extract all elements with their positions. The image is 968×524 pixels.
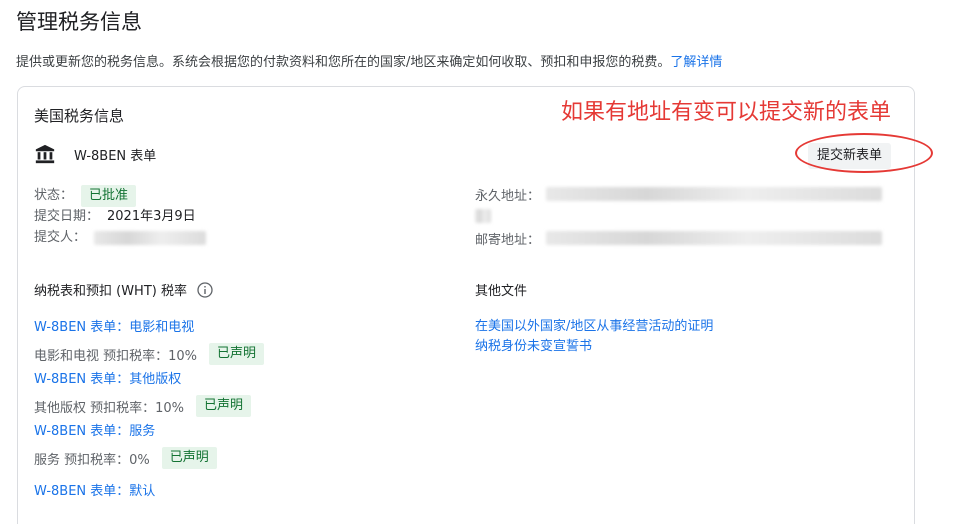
permanent-address-redacted-2 <box>475 209 491 223</box>
wht-rate-text: 其他版权 预扣税率：10% <box>34 400 185 416</box>
permanent-address-label: 永久地址： <box>475 188 541 204</box>
wht-rate-other-copyright: 其他版权 预扣税率：10% 已声明 <box>34 391 264 421</box>
wht-link-default[interactable]: W-8BEN 表单：默认 <box>34 481 264 503</box>
status-badge: 已批准 <box>81 184 137 207</box>
page-title: 管理税务信息 <box>16 10 142 34</box>
submit-date-value: 2021年3月9日 <box>107 208 196 224</box>
wht-rate-film-tv: 电影和电视 预扣税率：10% 已声明 <box>34 339 265 369</box>
page-description: 提供或更新您的税务信息。系统会根据您的付款资料和您所在的国家/地区来确定如何收取… <box>16 51 722 70</box>
wht-rate-text: 电影和电视 预扣税率：10% <box>34 348 198 364</box>
submitter-label: 提交人： <box>34 229 87 245</box>
mailing-address-redacted <box>546 231 883 245</box>
wht-heading-text: 纳税表和预扣 (WHT) 税率 <box>34 284 187 299</box>
submit-date-label: 提交日期： <box>34 208 100 224</box>
wht-rate-services: 服务 预扣税率：0% 已声明 <box>34 443 264 473</box>
status-label: 状态： <box>34 187 74 203</box>
card-title: 美国税务信息 <box>34 107 125 125</box>
learn-more-link[interactable]: 了解详情 <box>670 55 722 70</box>
annotation-text: 如果有地址有变可以提交新的表单 <box>561 100 892 125</box>
permanent-address-row-2 <box>475 205 882 227</box>
form-name: W-8BEN 表单 <box>74 148 157 164</box>
declared-badge: 已声明 <box>161 447 217 469</box>
bank-icon <box>35 144 55 164</box>
wht-link-other-copyright[interactable]: W-8BEN 表单：其他版权 <box>34 369 264 391</box>
submit-new-form-button[interactable]: 提交新表单 <box>808 143 892 169</box>
wht-section-heading: 纳税表和预扣 (WHT) 税率 <box>34 280 213 299</box>
submitter-redacted <box>94 230 207 245</box>
wht-rate-text: 服务 预扣税率：0% <box>34 452 150 468</box>
submitter-row: 提交人： <box>34 227 207 248</box>
wht-link-services[interactable]: W-8BEN 表单：服务 <box>34 421 264 443</box>
page-description-text: 提供或更新您的税务信息。系统会根据您的付款资料和您所在的国家/地区来确定如何收取… <box>16 55 671 70</box>
other-docs-heading: 其他文件 <box>475 280 527 299</box>
us-tax-info-card: 美国税务信息 如果有地址有变可以提交新的表单 W-8BEN 表单 提交新表单 状… <box>17 86 933 524</box>
wht-link-film-tv[interactable]: W-8BEN 表单：电影和电视 <box>34 317 264 339</box>
permanent-address-row: 永久地址： <box>475 183 883 205</box>
info-icon[interactable] <box>197 281 213 298</box>
mailing-address-row: 邮寄地址： <box>475 227 883 249</box>
declared-badge: 已声明 <box>209 343 265 365</box>
other-doc-link-tax-status-affidavit[interactable]: 纳税身份未变宣誓书 <box>475 337 713 357</box>
wht-list: W-8BEN 表单：电影和电视 电影和电视 预扣税率：10% 已声明 W-8BE… <box>34 317 265 503</box>
address-info: 永久地址： 邮寄地址： <box>475 183 883 249</box>
other-doc-link-business-proof[interactable]: 在美国以外国家/地区从事经营活动的证明 <box>475 317 713 337</box>
other-docs-heading-text: 其他文件 <box>475 284 528 299</box>
permanent-address-redacted <box>546 187 883 201</box>
other-docs-list: 在美国以外国家/地区从事经营活动的证明 纳税身份未变宣誓书 <box>475 317 713 357</box>
submit-date-row: 提交日期： 2021年3月9日 <box>34 206 206 227</box>
status-row: 状态： 已批准 <box>34 184 206 207</box>
form-row: W-8BEN 表单 <box>34 143 156 165</box>
mailing-address-label: 邮寄地址： <box>475 232 541 248</box>
declared-badge: 已声明 <box>196 395 252 417</box>
form-info: 状态： 已批准 提交日期： 2021年3月9日 提交人： <box>34 184 207 248</box>
